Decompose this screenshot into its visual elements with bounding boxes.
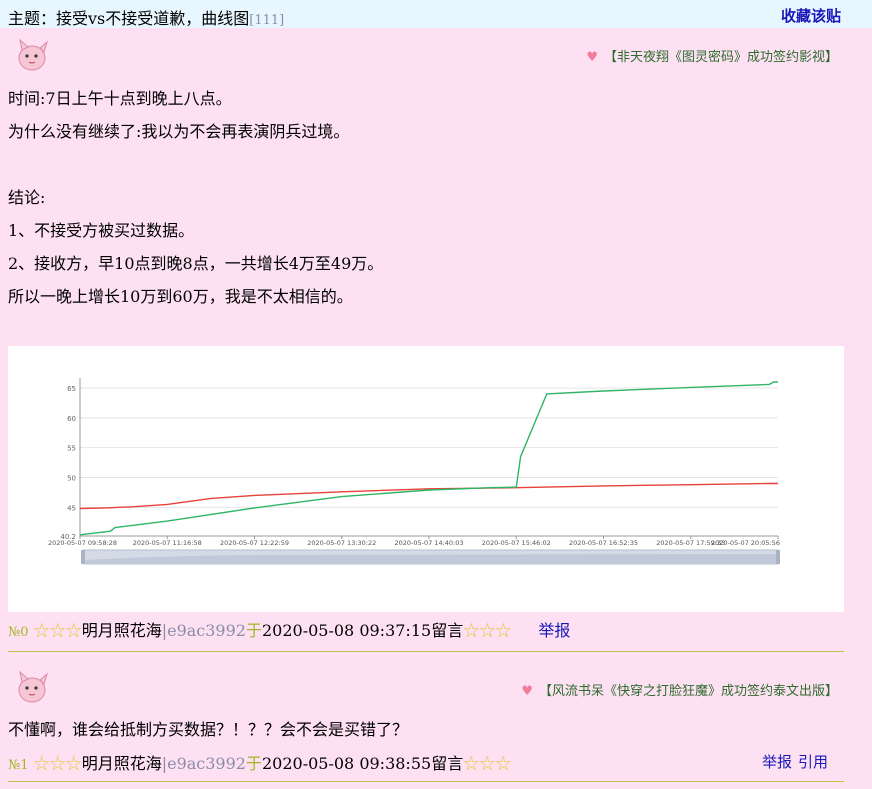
post-timestamp: 2020-05-08 09:37:15 <box>261 621 432 640</box>
zoom-slider[interactable] <box>81 549 780 565</box>
x-tick-label: 2020-05-07 11:16:58 <box>133 539 202 547</box>
report-link[interactable]: 举报 <box>762 753 792 771</box>
topic-title: 接受vs不接受道歉，曲线图 <box>56 9 250 28</box>
post-1-signature: ♥ 【风流书呆《快穿之打脸狂魔》成功签约泰文出版】 <box>521 680 838 699</box>
star-rating-icon: ☆☆☆ <box>463 621 512 640</box>
favorite-thread-link[interactable]: 收藏该贴 <box>781 5 841 26</box>
user-avatar-icon <box>18 38 48 71</box>
report-link[interactable]: 举报 <box>538 621 570 640</box>
x-axis: 2020-05-07 09:58:28 2020-05-07 11:16:58 20… <box>48 535 780 547</box>
y-tick-label: 65 <box>67 385 76 393</box>
message-label: 留言 <box>431 754 464 773</box>
line-chart: 40.24550556065 2020-05-07 09:58:28 2020-0… <box>48 378 780 565</box>
post-divider <box>8 781 844 782</box>
post-line: 2、接收方，早10点到晚8点，一共增长4万至49万。 <box>8 254 384 273</box>
post-line: 1、不接受方被买过数据。 <box>8 221 195 240</box>
series-line-0 <box>79 482 778 510</box>
x-tick-label: 2020-05-07 15:46:02 <box>482 539 551 547</box>
author-hash: |e9ac3992 <box>161 621 246 640</box>
post-1-actions: 举报 引用 <box>756 751 828 772</box>
post-0-meta: №0 ☆☆☆明月照花海|e9ac3992于2020-05-08 09:37:15… <box>8 617 570 641</box>
at-label: 于 <box>245 754 262 773</box>
thread-header: 主题：接受vs不接受道歉，曲线图[111] 收藏该贴 <box>0 0 872 28</box>
star-rating-icon: ☆☆☆ <box>463 754 512 773</box>
y-axis: 40.24550556065 <box>60 378 81 541</box>
post-line: 时间:7日上午十点到晚上八点。 <box>8 89 232 108</box>
post-number: №1 <box>8 758 29 773</box>
zoom-handle-left[interactable] <box>81 550 85 564</box>
signature-text: 【非天夜翔《图灵密码》成功签约影视】 <box>603 50 838 65</box>
user-avatar-icon <box>18 670 48 703</box>
message-label: 留言 <box>431 621 464 640</box>
post-line: 不懂啊，谁会给抵制方买数据？！？？会不会是买错了？ <box>8 720 409 739</box>
star-rating-icon: ☆☆☆ <box>33 754 82 773</box>
post-number: №0 <box>8 625 29 640</box>
y-tick-label: 50 <box>67 475 76 483</box>
heart-icon: ♥ <box>521 684 533 699</box>
post-1-body: 不懂啊，谁会给抵制方买数据？！？？会不会是买错了？ <box>8 713 408 746</box>
thread-topic: 主题：接受vs不接受道歉，曲线图[111] <box>8 5 284 29</box>
post-line: 结论: <box>8 188 46 207</box>
author-hash: |e9ac3992 <box>161 754 246 773</box>
at-label: 于 <box>245 621 262 640</box>
chart-series <box>79 381 778 536</box>
heart-icon: ♥ <box>586 50 598 65</box>
post-timestamp: 2020-05-08 09:38:55 <box>261 754 432 773</box>
y-tick-label: 60 <box>67 415 76 423</box>
x-tick-label: 2020-05-07 16:52:35 <box>569 539 638 547</box>
post-line: 所以一晚上增长10万到60万，我是不太相信的。 <box>8 287 353 306</box>
x-tick-label: 2020-05-07 20:05:56 <box>711 539 780 547</box>
post-line <box>8 148 383 181</box>
topic-label: 主题： <box>8 9 57 28</box>
chart-image: 40.2 45 50 55 60 65 2020-05-07 09:58:28 2020-0… <box>8 346 844 612</box>
star-rating-icon: ☆☆☆ <box>33 621 82 640</box>
zoom-handle-right[interactable] <box>776 550 780 564</box>
post-0-body: 时间:7日上午十点到晚上八点。 为什么没有继续了:我以为不会再表演阴兵过境。 结… <box>8 82 383 313</box>
post-0-signature: ♥ 【非天夜翔《图灵密码》成功签约影视】 <box>586 46 838 65</box>
y-tick-label: 45 <box>67 504 76 512</box>
x-tick-label: 2020-05-07 13:30:22 <box>307 539 376 547</box>
author-name[interactable]: 明月照花海 <box>82 754 162 773</box>
post-1-meta: №1 ☆☆☆明月照花海|e9ac3992于2020-05-08 09:38:55… <box>8 750 511 774</box>
x-tick-label: 2020-05-07 14:40:03 <box>394 539 463 547</box>
reply-count: [111] <box>249 13 285 28</box>
author-name[interactable]: 明月照花海 <box>82 621 162 640</box>
signature-text: 【风流书呆《快穿之打脸狂魔》成功签约泰文出版】 <box>538 684 838 699</box>
post-divider <box>8 651 844 652</box>
x-tick-label: 2020-05-07 09:58:28 <box>48 539 117 547</box>
y-tick-label: 55 <box>67 445 76 453</box>
post-line: 为什么没有继续了:我以为不会再表演阴兵过境。 <box>8 122 350 141</box>
x-tick-label: 2020-05-07 12:22:59 <box>220 539 289 547</box>
quote-link[interactable]: 引用 <box>798 753 828 771</box>
series-line-1 <box>79 381 778 536</box>
chart-grid <box>80 387 778 537</box>
